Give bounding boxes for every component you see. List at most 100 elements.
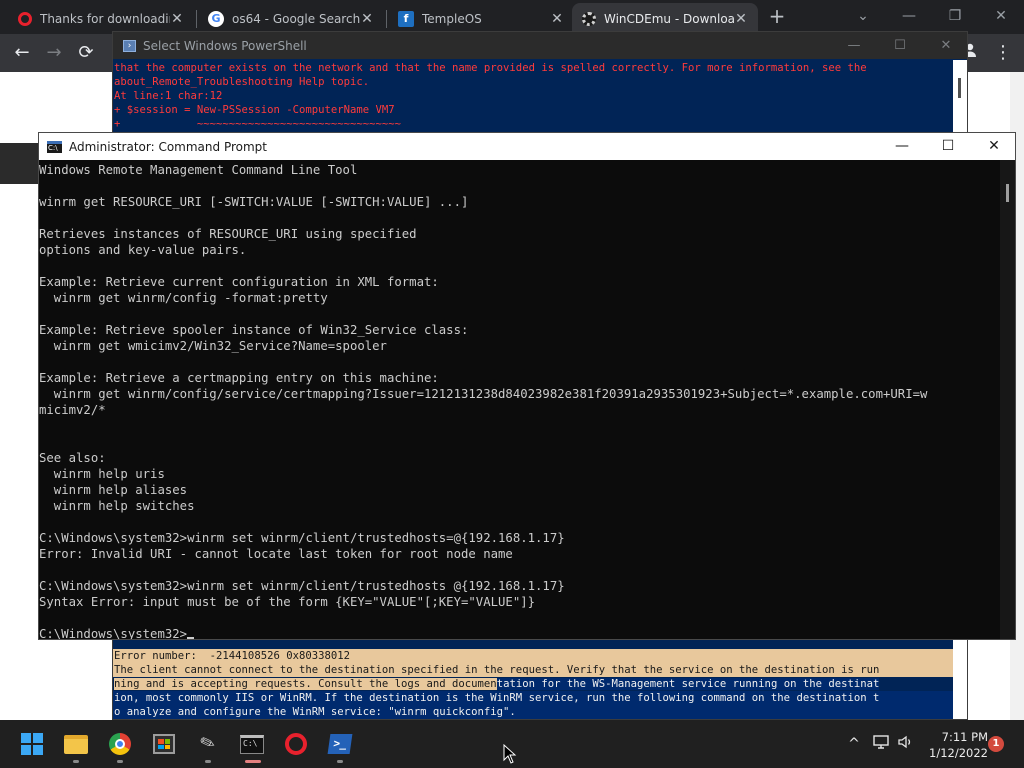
tab-separator [196,10,197,28]
windows-logo-icon [21,733,43,755]
running-indicator [73,760,79,763]
volume-icon[interactable] [895,734,917,754]
console-line: options and key-value pairs. [39,243,247,257]
opera-icon [18,11,32,26]
tab-separator [386,10,387,28]
browser-tab[interactable]: Thanks for downloadin ✕ [8,3,194,34]
browser-tab-active[interactable]: WinCDEmu - Downloa ✕ [572,3,758,34]
console-line: See also: [39,451,106,465]
powershell-taskbar-button[interactable]: >_ [324,728,356,763]
selected-text: ning and is accepting requests. Consult … [114,678,497,690]
error-line: that the computer exists on the network … [114,62,867,74]
start-button[interactable] [16,728,48,760]
close-tab-icon[interactable]: ✕ [734,11,748,27]
command-prompt-scrollbar[interactable] [1000,160,1015,639]
opera-icon [285,733,307,755]
browser-tabstrip: Thanks for downloadin ✕ G os64 - Google … [0,0,1024,34]
forward-button[interactable]: → [41,41,67,65]
scrollbar-thumb[interactable] [958,78,961,98]
console-line: Windows Remote Management Command Line T… [39,163,358,177]
browser-restore-button[interactable]: ❐ [932,2,978,30]
back-button[interactable]: ← [9,41,35,65]
error-line: ion, most commonly IIS or WinRM. If the … [113,691,955,705]
error-line: o analyze and configure the WinRM servic… [113,705,955,719]
folder-icon [64,734,88,754]
scrollbar-thumb[interactable] [1006,184,1009,202]
running-indicator [117,760,123,763]
error-line: The client cannot connect to the destina… [113,663,955,677]
console-line: winrm help switches [39,499,195,513]
close-tab-icon[interactable]: ✕ [170,11,184,27]
templeos-icon: f [398,10,414,27]
opera-taskbar-button[interactable] [280,728,312,760]
google-icon: G [208,10,224,27]
notification-badge[interactable]: 1 [988,736,1004,752]
console-line: C:\Windows\system32>winrm set winrm/clie… [39,531,565,545]
command-prompt-taskbar-button[interactable]: C:\ [236,728,268,763]
powershell-close-button[interactable]: ✕ [923,32,967,59]
console-prompt-line[interactable]: C:\Windows\system32> [39,626,1002,640]
powershell-titlebar[interactable]: › Select Windows PowerShell — ☐ ✕ [113,32,967,59]
console-line: Error: Invalid URI - cannot locate last … [39,547,513,561]
system-clock[interactable]: 7:11 PM 1/12/2022 [920,729,988,761]
powershell-error-bottom: Error number: -2144108526 0x80338012 The… [113,649,955,719]
show-hidden-icons-button[interactable]: ^ [843,734,865,754]
console-line: winrm get RESOURCE_URI [-SWITCH:VALUE [-… [39,195,469,209]
console-line: winrm help aliases [39,483,188,497]
close-tab-icon[interactable]: ✕ [360,11,374,27]
chrome-icon [109,733,131,755]
powershell-minimize-button[interactable]: — [831,32,877,59]
console-line: Retrieves instances of RESOURCE_URI usin… [39,227,417,241]
error-line: + ~~~~~~~~~~~~~~~~~~~~~~~~~~~~~~~~ [114,118,402,130]
store-taskbar-button[interactable] [148,728,180,760]
command-prompt-output[interactable]: Windows Remote Management Command Line T… [39,160,1002,640]
text-cursor [187,637,195,639]
error-line: Error number: -2144108526 0x80338012 [113,649,955,663]
chrome-taskbar-button[interactable] [104,728,136,763]
console-line: winrm help uris [39,467,165,481]
browser-tab[interactable]: G os64 - Google Search ✕ [198,3,384,34]
command-prompt-title: Administrator: Command Prompt [69,139,267,154]
console-prompt: C:\Windows\system32> [39,627,188,640]
new-tab-button[interactable]: + [766,5,788,27]
gear-icon [582,11,596,26]
console-line: Example: Retrieve current configuration … [39,275,439,289]
file-explorer-button[interactable] [60,728,92,763]
network-icon[interactable] [870,734,892,754]
running-indicator [337,760,343,763]
clock-date: 1/12/2022 [929,746,988,760]
powershell-title: Select Windows PowerShell [143,38,307,53]
cmd-minimize-button[interactable]: — [879,133,925,160]
powershell-maximize-button[interactable]: ☐ [877,32,923,59]
console-line: winrm get winrm/config -format:pretty [39,291,328,305]
tab-search-icon[interactable]: ⌄ [840,2,886,30]
browser-menu-button[interactable]: ⋮ [990,41,1016,65]
cmd-close-button[interactable]: ✕ [971,133,1015,160]
command-prompt-titlebar[interactable]: C:\ Administrator: Command Prompt — ☐ ✕ [39,133,1015,160]
error-line: + $session = New-PSSession -ComputerName… [114,104,395,116]
console-line: Example: Retrieve a certmapping entry on… [39,371,439,385]
close-tab-icon[interactable]: ✕ [550,11,564,27]
console-line: Example: Retrieve spooler instance of Wi… [39,323,469,337]
terminal-icon: C:\ [240,734,264,754]
browser-close-button[interactable]: ✕ [978,2,1024,30]
cmd-maximize-button[interactable]: ☐ [925,133,971,160]
browser-minimize-button[interactable]: — [886,2,932,30]
snipping-tool-button[interactable]: ✎ [192,728,224,763]
powershell-error-top: that the computer exists on the network … [113,61,953,131]
error-line: At line:1 char:12 [114,90,223,102]
browser-tab[interactable]: f TempleOS ✕ [388,3,574,34]
command-prompt-window[interactable]: C:\ Administrator: Command Prompt — ☐ ✕ … [38,132,1016,640]
running-indicator [205,760,211,763]
console-line: micimv2/* [39,403,106,417]
active-indicator [245,760,261,763]
reload-button[interactable]: ⟳ [73,41,99,65]
